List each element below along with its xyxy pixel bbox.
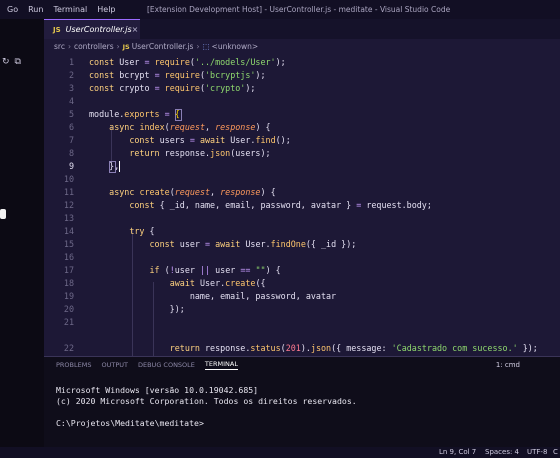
- symbol-icon: ⬚: [202, 42, 210, 51]
- status-bar: Ln 9, Col 7 Spaces: 4 UTF-8 C: [0, 447, 560, 458]
- code-line: 22 return response.status(201).json({ me…: [63, 343, 538, 353]
- breadcrumb: src › controllers › JS UserController.js…: [44, 39, 560, 54]
- explorer-sidebar: ↻ ⧉: [0, 19, 44, 447]
- terminal-select[interactable]: 1: cmd: [496, 361, 520, 369]
- tab-usercontroller[interactable]: JS UserController.js ×: [44, 19, 140, 39]
- menu-bar: Go Run Terminal Help: [0, 5, 121, 14]
- chevron-right-icon: ›: [67, 42, 71, 51]
- close-icon[interactable]: ×: [132, 25, 139, 34]
- refresh-icon[interactable]: ↻: [2, 57, 10, 67]
- terminal-line: Microsoft Windows [versão 10.0.19042.685…: [56, 385, 259, 395]
- code-line: 3 const crypto = require('crypto');: [68, 83, 256, 93]
- breadcrumb-file[interactable]: UserController.js: [132, 42, 194, 51]
- code-line: 15 const user = await User.findOne({ _id…: [63, 239, 357, 249]
- code-line: 11 async create(request, response) {: [63, 187, 276, 197]
- text-cursor: [119, 161, 121, 172]
- code-line-active: 9 },: [68, 161, 121, 172]
- status-encoding[interactable]: UTF-8: [527, 448, 547, 456]
- javascript-file-icon: JS: [122, 42, 130, 51]
- code-line: 17 if (!user || user == "") {: [63, 265, 281, 275]
- code-line: 6 async index(request, response) {: [68, 122, 271, 132]
- status-indentation[interactable]: Spaces: 4: [485, 448, 519, 456]
- tab-label: UserController.js: [65, 25, 132, 34]
- status-eol[interactable]: C: [553, 448, 558, 456]
- javascript-file-icon: JS: [53, 25, 61, 34]
- code-line: 19 name, email, password, avatar: [63, 291, 337, 301]
- menu-help[interactable]: Help: [92, 5, 120, 14]
- tab-debug-console[interactable]: DEBUG CONSOLE: [138, 361, 195, 369]
- terminal-prompt: C:\Projetos\Meditate\meditate>: [56, 418, 204, 428]
- tab-output[interactable]: OUTPUT: [101, 361, 128, 369]
- menu-go[interactable]: Go: [2, 5, 23, 14]
- code-line: 16: [63, 252, 74, 262]
- breadcrumb-controllers[interactable]: controllers: [74, 42, 114, 51]
- status-cursor-position[interactable]: Ln 9, Col 7: [439, 448, 476, 456]
- chevron-right-icon: ›: [196, 42, 200, 51]
- code-line: 12 const { _id, name, email, password, a…: [63, 200, 432, 210]
- code-line: 20 });: [63, 304, 185, 314]
- code-line: 4: [68, 96, 74, 106]
- code-line: 13: [63, 213, 74, 223]
- code-line: 1 const User = require('../models/User');: [68, 57, 286, 67]
- code-line: 8 return response.json(users);: [68, 148, 271, 158]
- window-title: [Extension Development Host] - UserContr…: [147, 5, 451, 14]
- breadcrumb-symbol[interactable]: <unknown>: [212, 42, 259, 51]
- breadcrumb-src[interactable]: src: [54, 42, 65, 51]
- menu-run[interactable]: Run: [23, 5, 48, 14]
- code-line: 10: [63, 174, 74, 184]
- mouse-cursor-icon: [0, 209, 6, 219]
- code-line: 2 const bcrypt = require('bcryptjs');: [68, 70, 266, 80]
- collapse-all-icon[interactable]: ⧉: [15, 57, 21, 67]
- menu-terminal[interactable]: Terminal: [48, 5, 92, 14]
- code-line: 18 await User.create({: [63, 278, 266, 288]
- code-line: 14 try {: [63, 226, 155, 236]
- panel-tabs: PROBLEMS OUTPUT DEBUG CONSOLE TERMINAL 1…: [44, 357, 560, 372]
- terminal-output[interactable]: Microsoft Windows [versão 10.0.19042.685…: [44, 372, 560, 429]
- title-bar: Go Run Terminal Help [Extension Developm…: [0, 0, 560, 19]
- explorer-actions: ↻ ⧉: [2, 57, 21, 67]
- code-line: 21: [63, 317, 74, 327]
- terminal-line: (c) 2020 Microsoft Corporation. Todos os…: [56, 396, 357, 406]
- chevron-right-icon: ›: [116, 42, 120, 51]
- code-editor[interactable]: 1 const User = require('../models/User');…: [44, 54, 560, 356]
- tab-problems[interactable]: PROBLEMS: [56, 361, 91, 369]
- code-line: 5 module.exports = {: [68, 109, 180, 119]
- editor-tabs: JS UserController.js ×: [44, 19, 560, 39]
- bottom-panel: PROBLEMS OUTPUT DEBUG CONSOLE TERMINAL 1…: [44, 356, 560, 447]
- code-line: 7 const users = await User.find();: [68, 135, 291, 145]
- tab-terminal[interactable]: TERMINAL: [204, 360, 238, 370]
